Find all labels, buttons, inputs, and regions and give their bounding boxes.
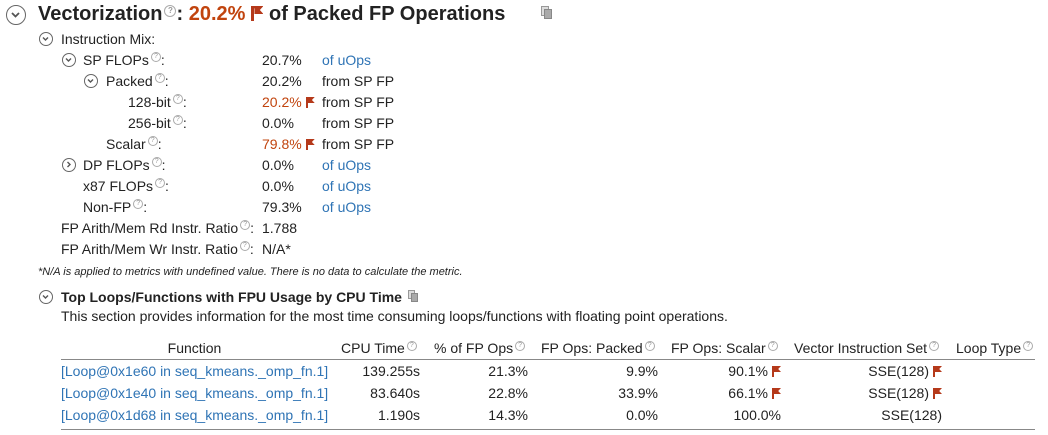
flag-icon <box>772 388 781 399</box>
ratio-value: 1.788 <box>262 220 298 236</box>
collapse-icon[interactable] <box>39 290 53 304</box>
scalar-cell: 100.0% <box>733 407 781 423</box>
metric-unit-link[interactable]: of uOps <box>322 177 371 195</box>
metric-label: Packed?: <box>106 73 169 89</box>
vis-cell: SSE(128) <box>794 385 942 401</box>
expand-icon[interactable] <box>62 158 76 172</box>
function-link[interactable]: [Loop@0x1e60 in seq_kmeans._omp_fn.1] <box>61 363 328 379</box>
ratio-label: FP Arith/Mem Wr Instr. Ratio?: <box>61 241 254 257</box>
title-suffix: of Packed FP Operations <box>269 3 506 25</box>
vis-cell: SSE(128) <box>881 407 942 423</box>
copy-icon[interactable] <box>408 290 419 303</box>
metric-label: Scalar?: <box>106 136 162 152</box>
flag-icon <box>933 366 942 377</box>
help-icon[interactable]: ? <box>147 136 158 146</box>
column-header-loop-type[interactable]: Loop Type? <box>956 340 1034 356</box>
flag-icon <box>305 97 315 108</box>
help-icon[interactable]: ? <box>240 220 251 230</box>
column-header-function[interactable]: Function <box>61 340 328 356</box>
metric-value: 20.7% <box>262 52 302 68</box>
table-header-divider <box>61 359 1035 360</box>
metric-unit: from SP FP <box>322 136 395 152</box>
function-link[interactable]: [Loop@0x1e40 in seq_kmeans._omp_fn.1] <box>61 385 328 401</box>
help-icon[interactable]: ? <box>151 157 162 167</box>
help-icon[interactable]: ? <box>133 199 144 209</box>
metric-label: Non-FP?: <box>83 199 148 215</box>
flag-icon <box>305 139 315 150</box>
cpu-time-cell: 1.190s <box>377 407 420 423</box>
help-icon[interactable]: ? <box>150 52 161 62</box>
scalar-cell: 66.1% <box>671 385 781 401</box>
metric-unit: from SP FP <box>322 94 395 110</box>
collapse-icon[interactable] <box>39 32 53 46</box>
section-title: Top Loops/Functions with FPU Usage by CP… <box>61 289 402 305</box>
copy-icon[interactable] <box>541 6 553 20</box>
fp-ops-cell: 21.3% <box>488 363 528 379</box>
vis-cell: SSE(128) <box>794 363 942 379</box>
ratio-label: FP Arith/Mem Rd Instr. Ratio?: <box>61 220 255 236</box>
metric-label: SP FLOPs?: <box>83 52 165 68</box>
help-icon[interactable]: ? <box>154 73 165 83</box>
page-title: Vectorization?: 20.2% of Packed FP Opera… <box>38 3 505 26</box>
column-header-vis[interactable]: Vector Instruction Set? <box>794 340 940 356</box>
cpu-time-cell: 139.255s <box>362 363 420 379</box>
help-icon[interactable]: ? <box>1023 341 1034 351</box>
help-icon[interactable]: ? <box>155 178 166 188</box>
table-bottom-divider <box>61 429 1035 430</box>
packed-cell: 0.0% <box>626 407 658 423</box>
na-footnote: *N/A is applied to metrics with undefine… <box>38 266 463 278</box>
packed-cell: 9.9% <box>626 363 658 379</box>
help-icon[interactable]: ? <box>172 115 183 125</box>
title-colon: : <box>176 3 184 25</box>
column-header-cpu-time[interactable]: CPU Time? <box>341 340 417 356</box>
column-header-fp-ops[interactable]: % of FP Ops? <box>434 340 526 356</box>
cpu-time-cell: 83.640s <box>370 385 420 401</box>
flag-icon <box>772 366 781 377</box>
metric-value: 0.0% <box>262 115 294 131</box>
metric-unit-link[interactable]: of uOps <box>322 156 371 174</box>
scalar-cell: 90.1% <box>671 363 781 379</box>
title-text: Vectorization <box>38 3 163 25</box>
metric-unit-link[interactable]: of uOps <box>322 51 371 69</box>
metric-label: 256-bit?: <box>128 115 187 131</box>
collapse-icon[interactable] <box>84 74 98 88</box>
metric-label: 128-bit?: <box>128 94 187 110</box>
help-icon[interactable]: ? <box>239 241 250 251</box>
help-icon[interactable]: ? <box>767 341 778 351</box>
column-header-packed[interactable]: FP Ops: Packed? <box>541 340 655 356</box>
ratio-value: N/A* <box>262 241 291 257</box>
vectorization-percent: 20.2% <box>188 3 246 25</box>
metric-value: 79.8% <box>262 135 315 153</box>
metric-value: 0.0% <box>262 157 294 173</box>
metric-value: 79.3% <box>262 199 302 215</box>
help-icon[interactable]: ? <box>164 5 177 17</box>
flag-icon <box>251 6 264 21</box>
help-icon[interactable]: ? <box>172 94 183 104</box>
help-icon[interactable]: ? <box>406 341 417 351</box>
collapse-icon[interactable] <box>6 5 26 25</box>
collapse-icon[interactable] <box>62 53 76 67</box>
metric-value: 0.0% <box>262 178 294 194</box>
metric-label: DP FLOPs?: <box>83 157 166 173</box>
metric-label: x87 FLOPs?: <box>83 178 169 194</box>
section-description: This section provides information for th… <box>61 308 728 324</box>
instruction-mix-label: Instruction Mix: <box>61 31 156 47</box>
metric-value: 20.2% <box>262 73 302 89</box>
help-icon[interactable]: ? <box>929 341 940 351</box>
metric-unit-link[interactable]: of uOps <box>322 198 371 216</box>
metric-unit: from SP FP <box>322 115 395 131</box>
column-header-scalar[interactable]: FP Ops: Scalar? <box>671 340 778 356</box>
packed-cell: 33.9% <box>618 385 658 401</box>
help-icon[interactable]: ? <box>644 341 655 351</box>
metric-unit: from SP FP <box>322 73 395 89</box>
fp-ops-cell: 22.8% <box>488 385 528 401</box>
metric-value: 20.2% <box>262 93 315 111</box>
help-icon[interactable]: ? <box>515 341 526 351</box>
flag-icon <box>933 388 942 399</box>
fp-ops-cell: 14.3% <box>488 407 528 423</box>
function-link[interactable]: [Loop@0x1d68 in seq_kmeans._omp_fn.1] <box>61 407 328 423</box>
